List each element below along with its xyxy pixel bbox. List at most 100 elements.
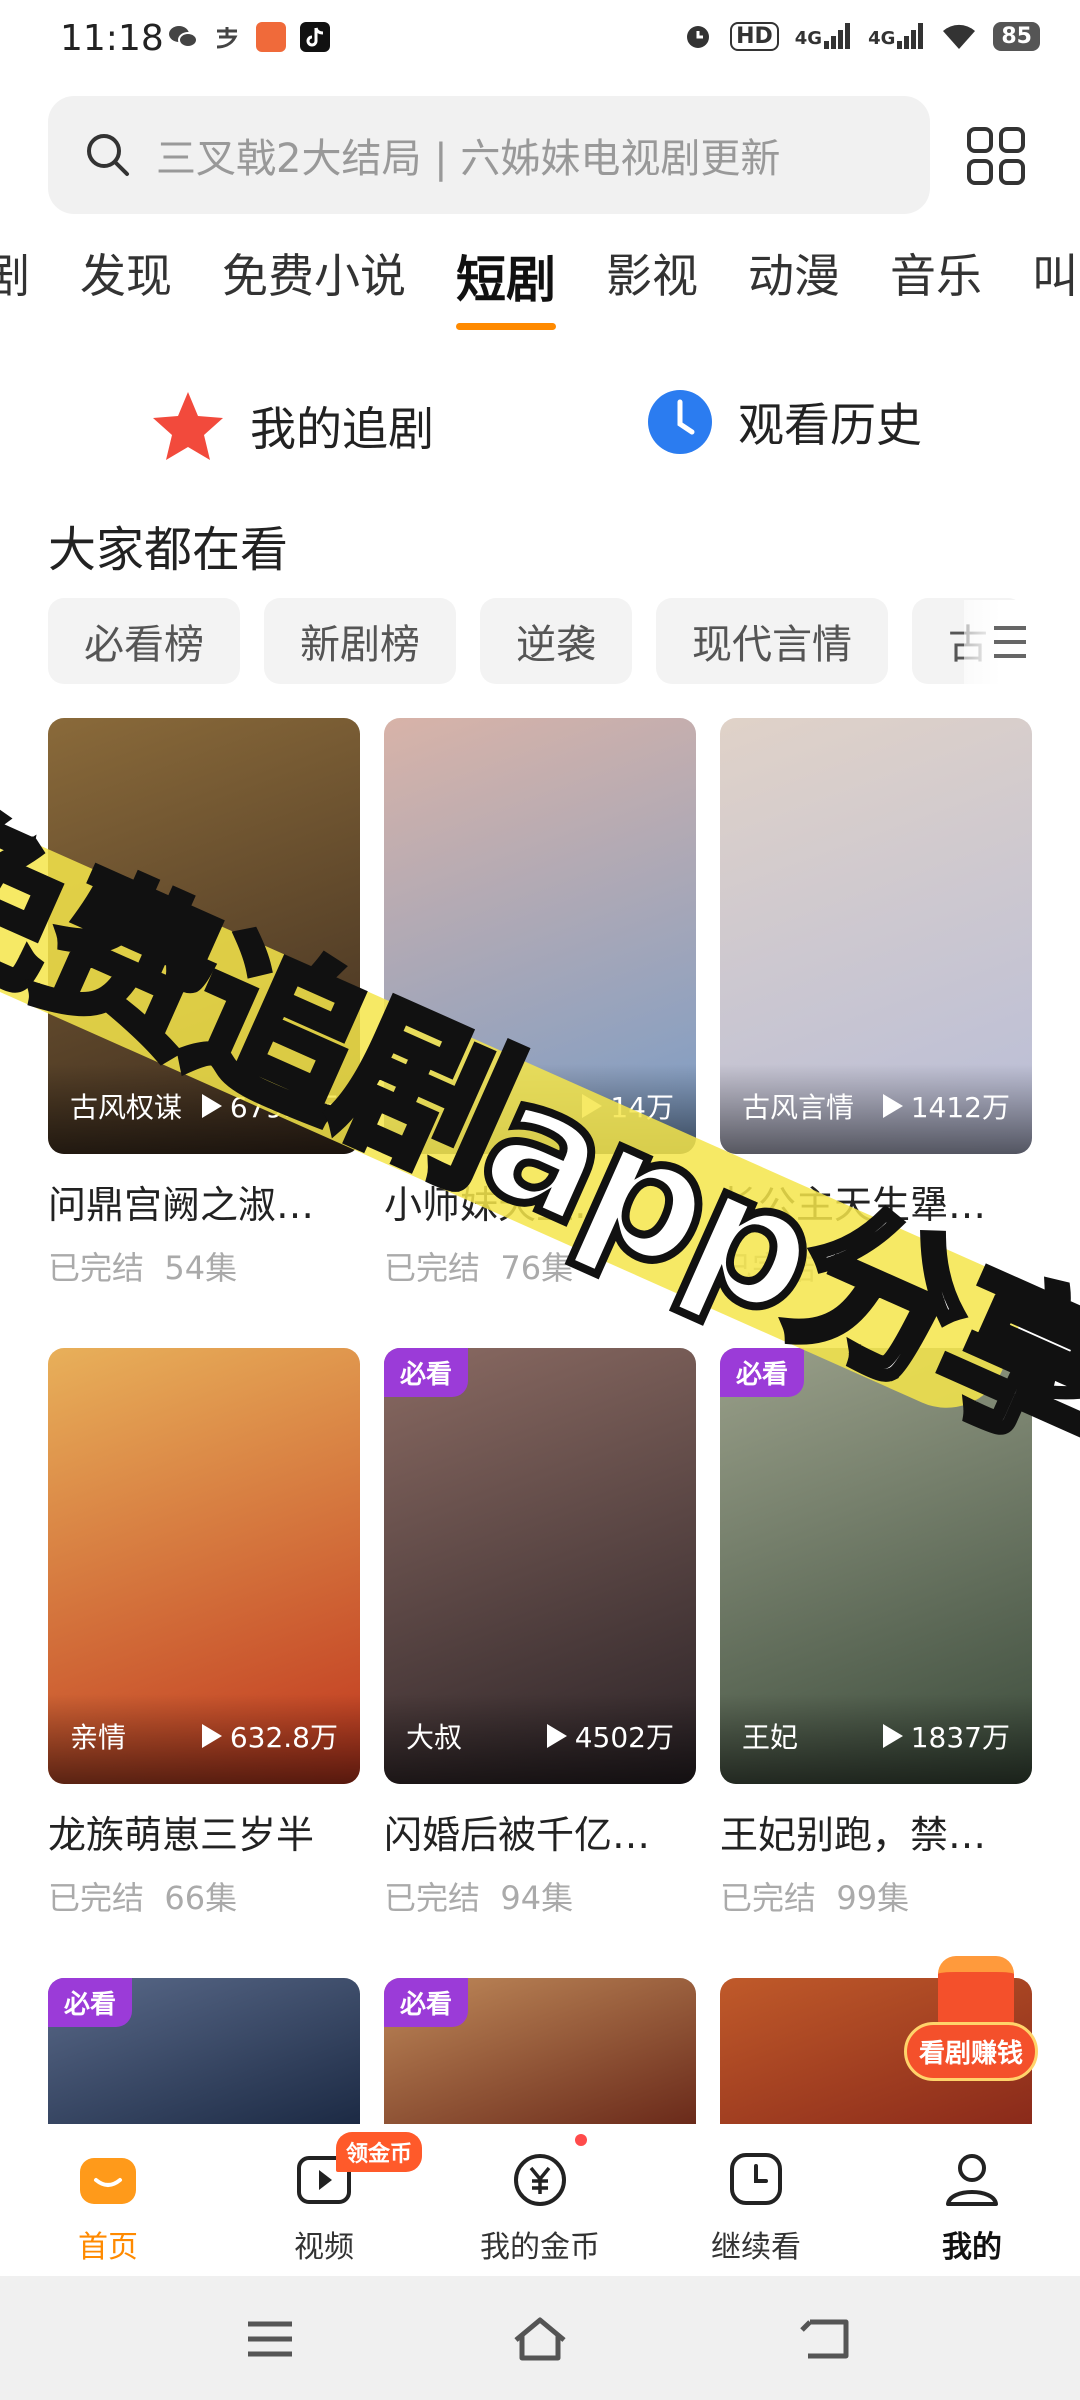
signal-icon-1: 4G xyxy=(795,23,852,49)
drama-poster[interactable]: 亲情 632.8万 xyxy=(48,1348,360,1784)
drama-poster[interactable]: 古风权谋 679.6万 xyxy=(48,718,360,1154)
system-status-icons: HD 4G 4G 85 xyxy=(682,20,1040,52)
drama-title[interactable]: 闪婚后被千亿… xyxy=(384,1804,696,1859)
grid-menu-icon[interactable] xyxy=(966,126,1026,186)
nav-profile[interactable]: 我的 xyxy=(864,2124,1080,2276)
view-count-value: 632.8万 xyxy=(229,1721,338,1754)
tab-anime[interactable]: 动漫 xyxy=(748,240,840,306)
drama-poster[interactable]: 必看 xyxy=(384,1978,696,2124)
drama-title[interactable]: 王妃别跑，禁… xyxy=(720,1804,1032,1859)
view-count-value: 4502万 xyxy=(574,1721,674,1754)
tab-short-drama[interactable]: 短剧 xyxy=(456,240,556,330)
play-icon xyxy=(882,1724,903,1748)
chip-comeback[interactable]: 逆袭 xyxy=(480,598,632,684)
chip-new[interactable]: 新剧榜 xyxy=(264,598,456,684)
tab-music[interactable]: 音乐 xyxy=(890,240,982,306)
genre-tag: 王妃 xyxy=(742,1721,799,1754)
hd-icon: HD xyxy=(730,21,779,51)
drama-meta: 已完结 99集 xyxy=(720,1873,1032,1919)
back-icon[interactable] xyxy=(796,2314,856,2364)
tab-film-tv[interactable]: 影视 xyxy=(606,240,698,306)
alarm-icon xyxy=(687,26,710,48)
drama-status: 已完结 xyxy=(48,1249,145,1287)
drama-card[interactable]: 古风权谋 679.6万问鼎宫阙之淑… 已完结 54集 xyxy=(48,718,360,1289)
star-icon xyxy=(153,392,223,460)
tab-free-novel[interactable]: 免费小说 xyxy=(222,240,406,306)
drama-title[interactable]: 长公主天生犟… xyxy=(720,1174,1032,1229)
drama-poster[interactable]: 必看 xyxy=(48,1978,360,2124)
view-count-value: 14万 xyxy=(610,1091,674,1124)
drama-title[interactable]: 龙族萌崽三岁半 xyxy=(48,1804,360,1859)
status-bar: 11:18 HD 4G 4G 85 xyxy=(0,0,1080,80)
status-time: 11:18 xyxy=(60,18,164,59)
view-count-value: 1412万 xyxy=(910,1091,1010,1124)
nav-home-label: 首页 xyxy=(78,2230,138,2265)
drama-card[interactable]: 古风言情 1412万长公主天生犟… 已完结 xyxy=(720,718,1032,1289)
drama-card[interactable]: 大叔 4502万 必看闪婚后被千亿… 已完结 94集 xyxy=(384,1348,696,1919)
drama-status: 已完结 xyxy=(48,1879,145,1917)
search-icon xyxy=(87,134,129,176)
drama-meta: 已完结 xyxy=(720,1243,1032,1289)
drama-title[interactable]: 问鼎宫阙之淑… xyxy=(48,1174,360,1229)
coin-icon xyxy=(514,2154,566,2206)
coin-reward-badge: 领金币 xyxy=(336,2132,423,2172)
watch-earn-button[interactable]: 看剧赚钱 xyxy=(904,1956,1054,2086)
app-notification-icon xyxy=(256,22,286,52)
home-button-icon[interactable] xyxy=(510,2314,570,2364)
must-watch-badge: 必看 xyxy=(720,1348,805,1397)
section-title: 大家都在看 xyxy=(48,522,289,578)
watch-history-label: 观看历史 xyxy=(738,398,922,452)
drama-status: 已完结 xyxy=(384,1249,481,1287)
drama-status: 已完结 xyxy=(384,1879,481,1917)
search-bar[interactable]: 三叉戟2大结局 | 六姊妹电视剧更新 xyxy=(48,96,930,214)
system-navigation-bar xyxy=(0,2276,1080,2400)
continue-clock-icon xyxy=(730,2153,782,2205)
drama-card[interactable]: 王妃 1837万 必看王妃别跑，禁… 已完结 99集 xyxy=(720,1348,1032,1919)
alipay-icon xyxy=(212,22,242,52)
nav-coins-label: 我的金币 xyxy=(480,2230,600,2265)
drama-title[interactable]: 小师妹天生… xyxy=(384,1174,696,1229)
drama-card[interactable]: 必看 xyxy=(384,1978,696,2124)
my-drama-label: 我的追剧 xyxy=(250,402,434,456)
chip-must-watch[interactable]: 必看榜 xyxy=(48,598,240,684)
play-icon xyxy=(201,1724,222,1748)
more-categories-button[interactable] xyxy=(964,600,1056,684)
nav-continue-label: 继续看 xyxy=(711,2230,801,2265)
drama-meta: 已完结 94集 xyxy=(384,1873,696,1919)
drama-poster[interactable]: 古风言情 1412万 xyxy=(720,718,1032,1154)
nav-continue[interactable]: 继续看 xyxy=(648,2124,864,2276)
nav-coins[interactable]: 我的金币 xyxy=(432,2124,648,2276)
drama-meta: 已完结 54集 xyxy=(48,1243,360,1289)
tab-partial[interactable]: 叫 xyxy=(1032,240,1078,306)
drama-poster[interactable]: 大叔 4502万 必看 xyxy=(384,1348,696,1784)
drama-poster[interactable]: 王妃 1837万 必看 xyxy=(720,1348,1032,1784)
nav-video[interactable]: 视频 领金币 xyxy=(216,2124,432,2276)
tab-discover[interactable]: 发现 xyxy=(80,240,172,306)
genre-tag: 古风言情 xyxy=(742,1091,855,1124)
watch-history-button[interactable]: 观看历史 xyxy=(646,388,922,456)
view-count: 4502万 xyxy=(546,1716,674,1756)
drama-status: 已完结 xyxy=(720,1879,817,1917)
drama-poster[interactable]: 14万 xyxy=(384,718,696,1154)
chip-modern-romance[interactable]: 现代言情 xyxy=(656,598,888,684)
my-drama-button[interactable]: 我的追剧 xyxy=(150,388,434,464)
play-icon xyxy=(546,1724,567,1748)
notification-icons xyxy=(168,22,330,52)
tab-drama-partial[interactable]: 剧 xyxy=(0,240,30,306)
must-watch-badge: 必看 xyxy=(384,1978,469,2027)
drama-card[interactable]: 必看 xyxy=(48,1978,360,2124)
view-count-value: 679.6万 xyxy=(229,1091,338,1124)
drama-meta: 已完结 66集 xyxy=(48,1873,360,1919)
view-count: 1837万 xyxy=(882,1716,1010,1756)
view-count: 14万 xyxy=(582,1086,674,1126)
menu-icon[interactable] xyxy=(240,2314,300,2364)
drama-meta: 已完结 76集 xyxy=(384,1243,696,1289)
drama-card[interactable]: 14万小师妹天生… 已完结 76集 xyxy=(384,718,696,1289)
nav-home[interactable]: 首页 xyxy=(0,2124,216,2276)
bottom-navigation: 首页 视频 领金币 我的金币 继续看 我的 xyxy=(0,2124,1080,2276)
play-icon xyxy=(582,1094,603,1118)
clock-icon xyxy=(648,390,712,454)
wechat-icon xyxy=(168,22,198,52)
drama-card[interactable]: 亲情 632.8万龙族萌崽三岁半已完结 66集 xyxy=(48,1348,360,1919)
episode-count: 76集 xyxy=(500,1249,574,1287)
